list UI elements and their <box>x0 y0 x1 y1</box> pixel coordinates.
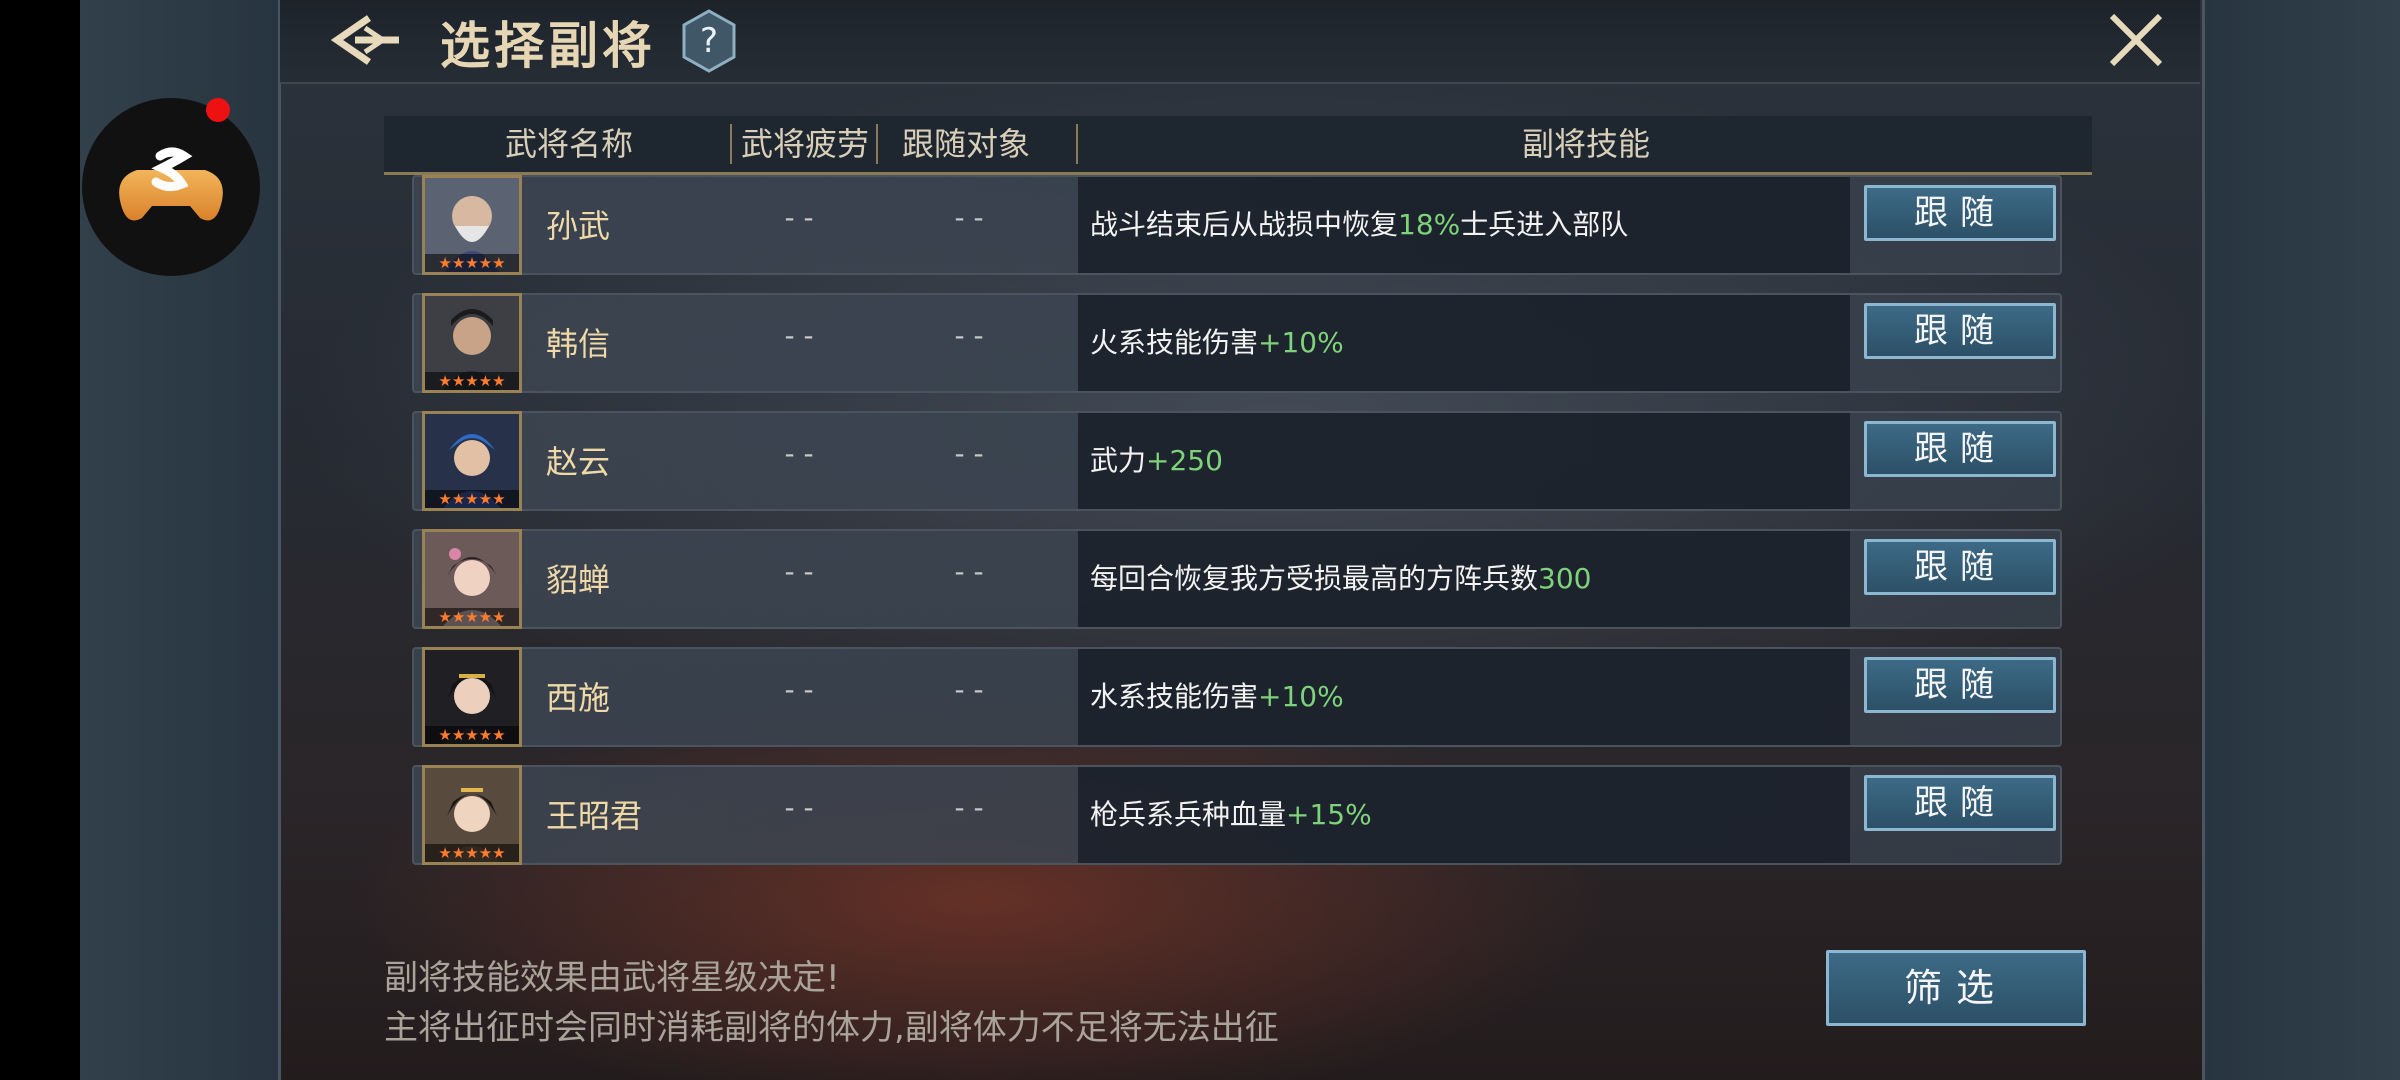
general-follow-target: - - <box>954 319 984 352</box>
filter-button[interactable]: 筛选 <box>1826 950 2086 1026</box>
star-rating: ★★★★★ <box>425 254 519 272</box>
general-row-hanxin: ★★★★★ 韩信 - - - - 火系技能伤害+10% 跟随 <box>412 293 2062 393</box>
floating-assistant-button[interactable] <box>82 98 260 276</box>
general-row-zhaoyun: ★★★★★ 赵云 - - - - 武力+250 跟随 <box>412 411 2062 511</box>
general-portrait[interactable]: ★★★★★ <box>422 411 522 511</box>
column-header-follow-target: 跟随对象 <box>901 125 1030 163</box>
general-row-diaochan: ★★★★★ 貂蝉 - - - - 每回合恢复我方受损最高的方阵兵数300 跟随 <box>412 529 2062 629</box>
general-name: 王昭君 <box>546 797 643 835</box>
general-skill: 火系技能伤害+10% <box>1090 326 1344 359</box>
general-row-xishi: ★★★★★ 西施 - - - - 水系技能伤害+10% 跟随 <box>412 647 2062 747</box>
column-divider <box>730 124 732 164</box>
star-rating: ★★★★★ <box>425 726 519 744</box>
column-header-skill: 副将技能 <box>1521 125 1650 163</box>
tip-text: 副将技能效果由武将星级决定! <box>384 958 840 998</box>
question-mark-icon: ? <box>682 9 736 73</box>
general-fatigue: - - <box>784 555 814 588</box>
general-skill: 战斗结束后从战损中恢复18%士兵进入部队 <box>1090 208 1629 241</box>
back-arrow-icon <box>330 15 399 65</box>
follow-button[interactable]: 跟随 <box>1864 421 2056 477</box>
star-rating: ★★★★★ <box>425 490 519 508</box>
general-portrait[interactable]: ★★★★★ <box>422 647 522 747</box>
table-header: 武将名称 武将疲劳 跟随对象 副将技能 <box>384 116 2092 175</box>
follow-button[interactable]: 跟随 <box>1864 539 2056 595</box>
general-portrait[interactable]: ★★★★★ <box>422 293 522 393</box>
general-name: 西施 <box>546 679 611 717</box>
general-follow-target: - - <box>954 791 984 824</box>
close-icon <box>2109 13 2163 67</box>
general-follow-target: - - <box>954 437 984 470</box>
notification-dot <box>206 98 230 122</box>
general-portrait[interactable]: ★★★★★ <box>422 175 522 275</box>
general-portrait[interactable]: ★★★★★ <box>422 765 522 865</box>
star-rating: ★★★★★ <box>425 608 519 626</box>
general-name: 韩信 <box>546 325 611 363</box>
general-name: 赵云 <box>546 443 611 481</box>
tip-text: 主将出征时会同时消耗副将的体力,副将体力不足将无法出征 <box>384 1008 1279 1048</box>
close-button[interactable] <box>2104 8 2168 72</box>
general-fatigue: - - <box>784 201 814 234</box>
general-fatigue: - - <box>784 673 814 706</box>
general-follow-target: - - <box>954 201 984 234</box>
column-header-fatigue: 武将疲劳 <box>740 125 869 163</box>
follow-button[interactable]: 跟随 <box>1864 303 2056 359</box>
general-row-wangzhaojun: ★★★★★ 王昭君 - - - - 枪兵系兵种血量+15% 跟随 <box>412 765 2062 865</box>
general-follow-target: - - <box>954 673 984 706</box>
star-rating: ★★★★★ <box>425 844 519 862</box>
help-button[interactable]: ? <box>680 8 738 74</box>
star-rating: ★★★★★ <box>425 372 519 390</box>
general-name: 孙武 <box>546 207 611 245</box>
general-follow-target: - - <box>954 555 984 588</box>
general-fatigue: - - <box>784 319 814 352</box>
follow-button[interactable]: 跟随 <box>1864 657 2056 713</box>
follow-button[interactable]: 跟随 <box>1864 185 2056 241</box>
general-skill: 每回合恢复我方受损最高的方阵兵数300 <box>1090 562 1592 595</box>
gamepad-icon <box>119 147 223 221</box>
general-skill: 武力+250 <box>1090 444 1223 477</box>
general-name: 貂蝉 <box>546 561 611 599</box>
svg-text:?: ? <box>700 21 718 61</box>
back-button[interactable] <box>325 8 405 72</box>
general-skill: 枪兵系兵种血量+15% <box>1090 798 1372 831</box>
follow-button[interactable]: 跟随 <box>1864 775 2056 831</box>
general-list[interactable]: ★★★★★ 孙武 - - - - 战斗结束后从战损中恢复18%士兵进入部队 跟随… <box>384 175 2092 923</box>
general-portrait[interactable]: ★★★★★ <box>422 529 522 629</box>
right-frame <box>2202 0 2400 1080</box>
column-header-name: 武将名称 <box>504 125 633 163</box>
general-row-sunwu: ★★★★★ 孙武 - - - - 战斗结束后从战损中恢复18%士兵进入部队 跟随 <box>412 175 2062 275</box>
page-title: 选择副将 <box>440 17 656 75</box>
general-skill: 水系技能伤害+10% <box>1090 680 1344 713</box>
general-fatigue: - - <box>784 791 814 824</box>
column-divider <box>1076 124 1078 164</box>
general-fatigue: - - <box>784 437 814 470</box>
